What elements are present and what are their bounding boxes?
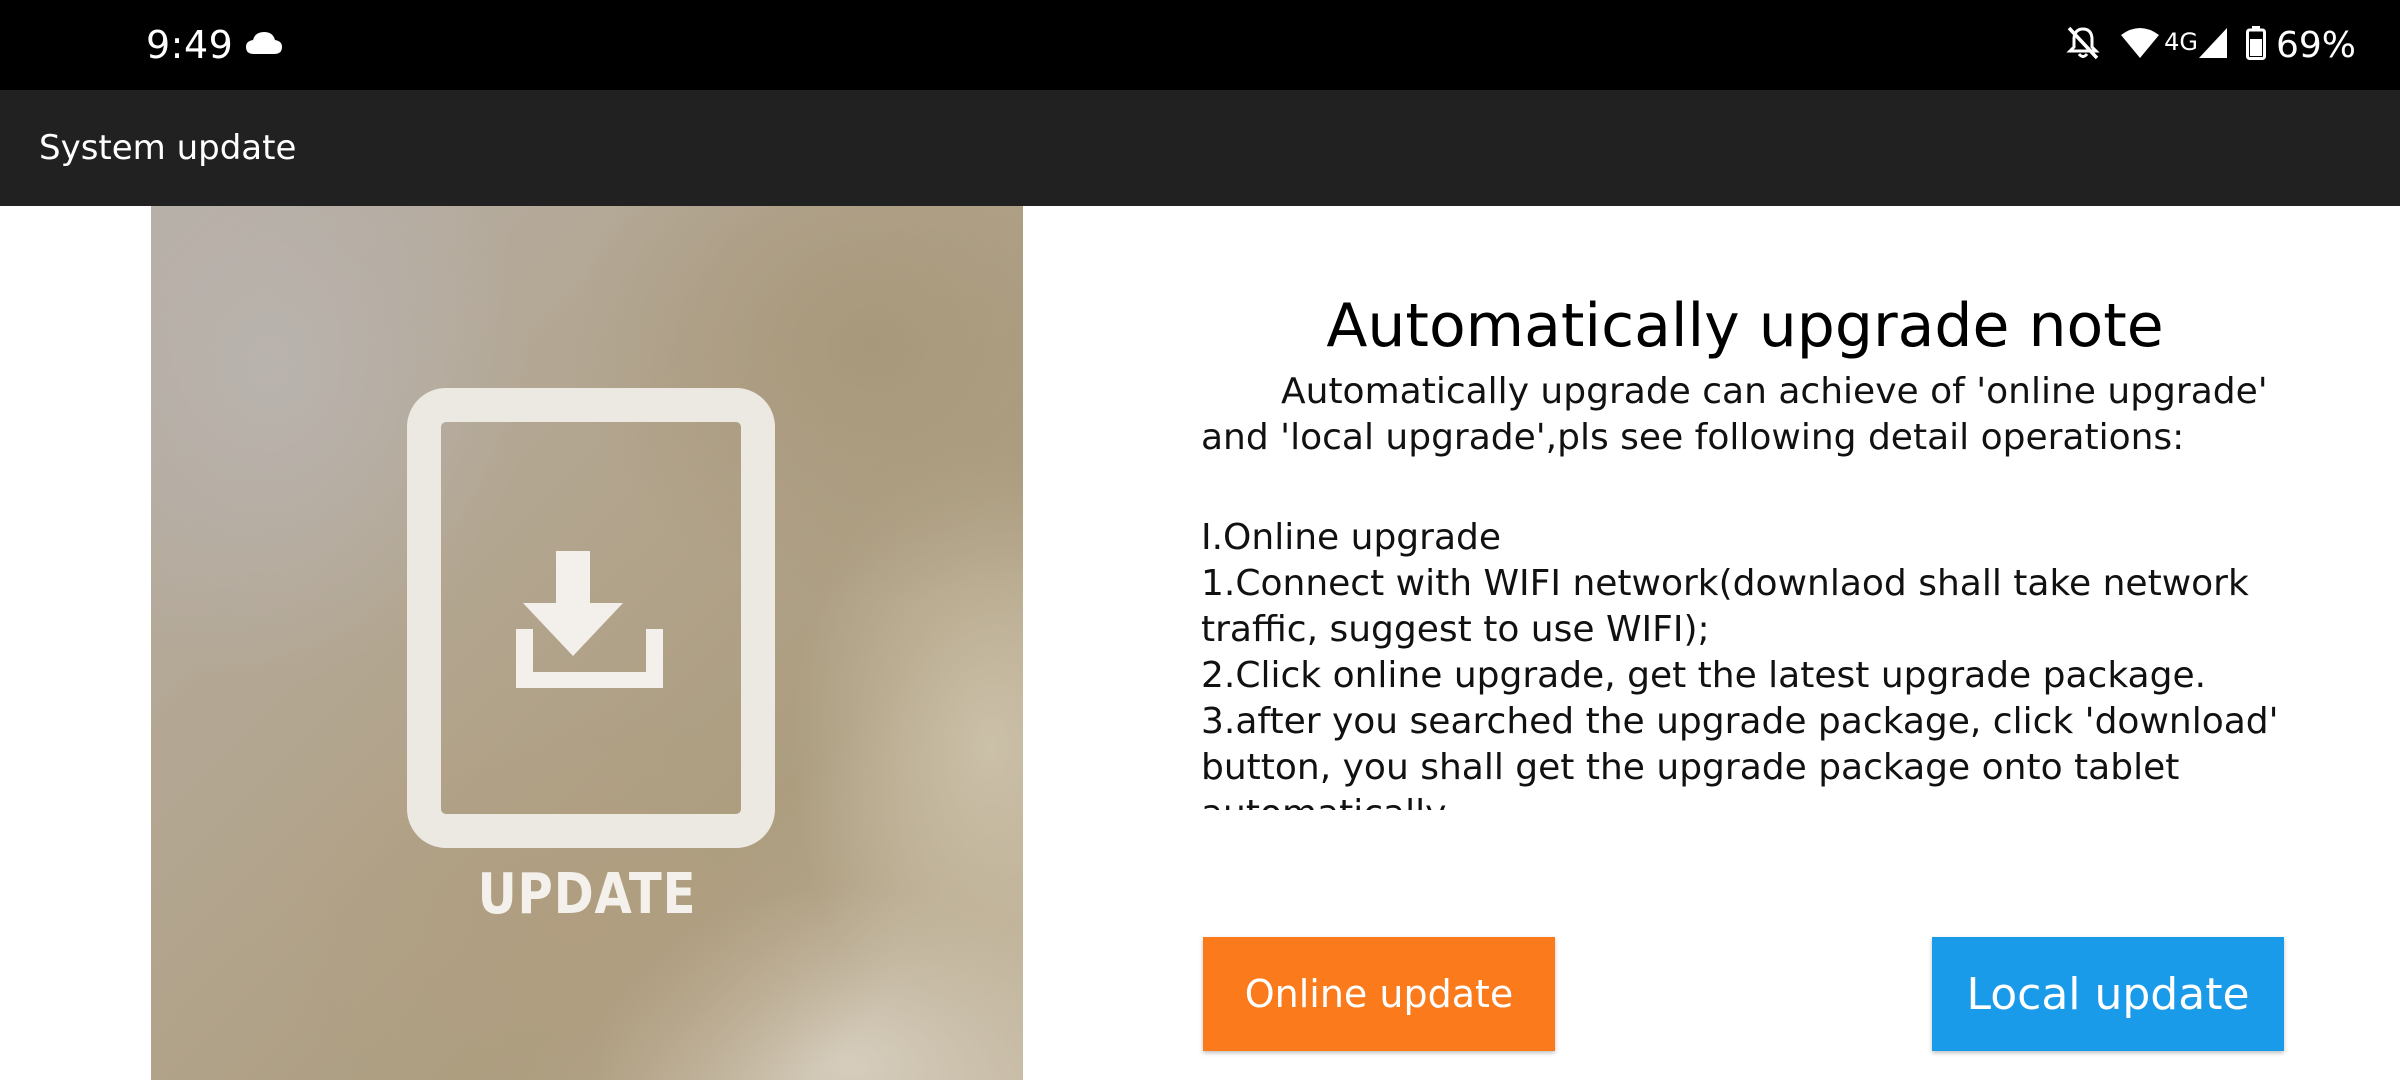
status-bar: 9:49 4G 69% [0, 0, 2400, 90]
online-update-button[interactable]: Online update [1203, 937, 1555, 1051]
notifications-muted-icon [2066, 25, 2100, 66]
cloud-icon [245, 30, 283, 56]
cellular-signal-icon [2198, 27, 2228, 64]
status-indicators: 4G 69% [2066, 20, 2356, 70]
hero-label: UPDATE [477, 862, 697, 927]
network-type-label: 4G [2164, 28, 2198, 56]
note-body[interactable]: Automatically upgrade can achieve of 'on… [1201, 369, 2311, 810]
note-title: Automatically upgrade note [1326, 291, 2164, 361]
status-time: 9:49 [146, 23, 234, 67]
note-section-heading: I.Online upgrade [1201, 517, 1502, 558]
battery-icon [2245, 25, 2266, 65]
note-intro: Automatically upgrade can achieve of 'on… [1201, 371, 2268, 458]
app-bar: System update [0, 90, 2400, 206]
note-spacer [1201, 461, 2311, 515]
local-update-button[interactable]: Local update [1932, 937, 2284, 1051]
note-step: 2.Click online upgrade, get the latest u… [1201, 655, 2207, 696]
app-bar-title: System update [39, 128, 297, 168]
wifi-icon [2120, 27, 2160, 64]
note-step: 1.Connect with WIFI network(downlaod sha… [1201, 563, 2249, 650]
battery-percent: 69% [2275, 24, 2356, 66]
note-step: 3.after you searched the upgrade package… [1201, 701, 2279, 810]
tablet-download-icon [407, 388, 775, 853]
update-hero-image: UPDATE [151, 206, 1023, 1080]
